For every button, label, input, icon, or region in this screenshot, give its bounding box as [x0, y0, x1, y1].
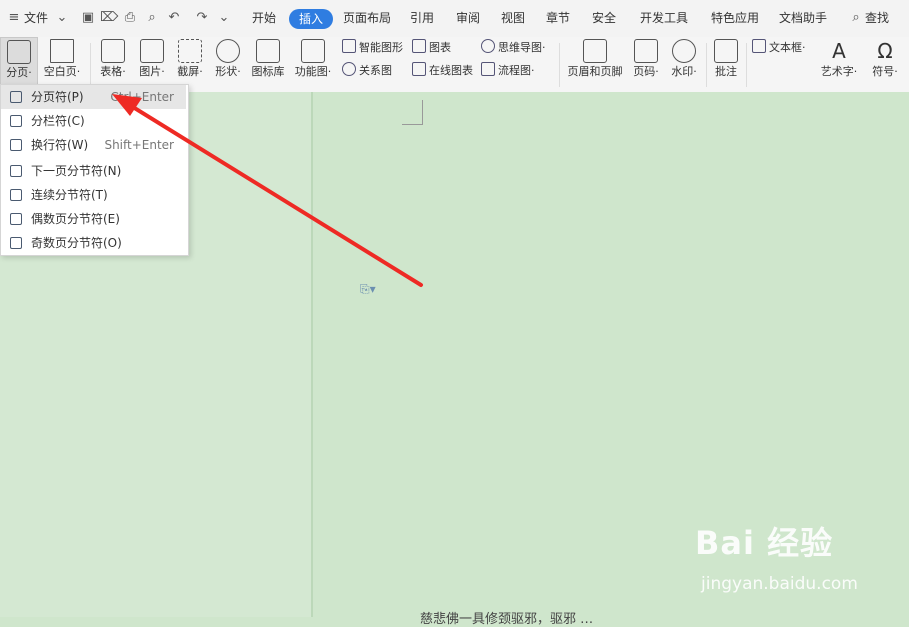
tab-developer[interactable]: 开发工具: [640, 0, 688, 37]
print-icon[interactable]: ⎙: [122, 10, 138, 26]
text-box-icon: [752, 39, 766, 53]
save-icon[interactable]: ▣: [80, 10, 96, 26]
ribbon-separator: [90, 43, 91, 87]
menu-bar: ≡ 文件 ⌄ ▣ ⌦ ⎙ ⌕ ↶ ↷ ⌄ 开始 插入 页面布局 引用 审阅 视图…: [0, 0, 909, 37]
more-icon[interactable]: ⌄: [216, 10, 232, 26]
icon-library-button[interactable]: 图标库: [249, 37, 287, 92]
menu-item-next-page-section[interactable]: 下一页分节符(N): [1, 159, 186, 183]
search-button[interactable]: 查找: [865, 0, 889, 37]
mind-map-button[interactable]: 思维导图·: [481, 39, 546, 57]
flow-chart-icon: [481, 62, 495, 76]
header-footer-icon: [583, 39, 607, 63]
column-break-icon: [10, 115, 22, 127]
tab-references[interactable]: 引用: [410, 0, 434, 37]
paste-options-icon[interactable]: ⎘▾: [360, 282, 384, 296]
menu-item-odd-page-section[interactable]: 奇数页分节符(O): [1, 231, 186, 255]
function-chart-icon: [301, 39, 325, 63]
watermark-url: jingyan.baidu.com: [701, 574, 858, 594]
page-break-dropdown: 分页符(P) Ctrl+Enter 分栏符(C) 换行符(W) Shift+En…: [0, 84, 189, 256]
redo-icon[interactable]: ↷: [194, 10, 210, 26]
search-icon[interactable]: ⌕: [848, 10, 864, 26]
comment-button[interactable]: 批注: [711, 37, 741, 92]
tab-insert[interactable]: 插入: [289, 9, 334, 29]
page-break-icon: [10, 91, 22, 103]
menu-item-even-page-section[interactable]: 偶数页分节符(E): [1, 207, 186, 231]
screenshot-icon: [178, 39, 202, 63]
tab-view[interactable]: 视图: [501, 0, 525, 37]
omega-icon: Ω: [877, 39, 893, 63]
shape-button[interactable]: 形状·: [211, 37, 245, 92]
page-number-button[interactable]: 页码·: [629, 37, 663, 92]
even-page-section-icon: [10, 213, 22, 225]
file-menu[interactable]: 文件: [24, 0, 48, 37]
art-text-button[interactable]: A 艺术字·: [817, 37, 861, 92]
smart-shape-icon: [342, 39, 356, 53]
page-corner-mark: [402, 100, 423, 125]
ribbon-separator: [746, 43, 747, 87]
menu-item-continuous-section[interactable]: 连续分节符(T): [1, 183, 186, 207]
page-number-icon: [634, 39, 658, 63]
function-chart-button[interactable]: 功能图·: [292, 37, 334, 92]
baidu-watermark: Bai 经验 jingyan.baidu.com: [695, 518, 895, 598]
header-footer-button[interactable]: 页眉和页脚: [564, 37, 626, 92]
online-chart-icon: [412, 62, 426, 76]
tab-doc-assistant[interactable]: 文档助手: [779, 0, 827, 37]
flow-chart-button[interactable]: 流程图·: [481, 62, 535, 80]
blank-page-icon: [50, 39, 74, 63]
tab-section[interactable]: 章节: [546, 0, 570, 37]
next-page-section-icon: [10, 165, 22, 177]
line-break-icon: [10, 139, 22, 151]
tab-review[interactable]: 审阅: [456, 0, 480, 37]
online-chart-button[interactable]: 在线图表: [412, 62, 473, 80]
document-text-fragment: 慈悲佛一具修颈驱邪，驱邪 …: [420, 612, 594, 627]
chart-button[interactable]: 图表: [412, 39, 451, 57]
picture-icon: [140, 39, 164, 63]
table-icon: [101, 39, 125, 63]
tab-features[interactable]: 特色应用: [711, 0, 759, 37]
print-preview-icon[interactable]: ⌕: [144, 10, 160, 26]
tab-security[interactable]: 安全: [592, 0, 616, 37]
format-painter-icon[interactable]: ⌦: [100, 10, 118, 26]
chart-icon: [412, 39, 426, 53]
relation-chart-icon: [342, 62, 356, 76]
menu-item-page-break[interactable]: 分页符(P) Ctrl+Enter: [1, 85, 186, 109]
text-box-button[interactable]: 文本框·: [752, 39, 806, 57]
tab-page-layout[interactable]: 页面布局: [343, 0, 391, 37]
baidu-logo: Bai 经验: [695, 524, 834, 562]
icon-library-icon: [256, 39, 280, 63]
menu-item-line-break[interactable]: 换行符(W) Shift+Enter: [1, 133, 186, 157]
ribbon-separator: [559, 43, 560, 87]
tab-home[interactable]: 开始: [252, 0, 276, 37]
continuous-section-icon: [10, 189, 22, 201]
hamburger-icon[interactable]: ≡: [6, 10, 22, 26]
comment-icon: [714, 39, 738, 63]
watermark-icon: [672, 39, 696, 63]
mind-map-icon: [481, 39, 495, 53]
ribbon-separator: [706, 43, 707, 87]
menu-item-column-break[interactable]: 分栏符(C): [1, 109, 186, 133]
symbol-button[interactable]: Ω 符号·: [866, 37, 904, 92]
relation-chart-button[interactable]: 关系图: [342, 62, 392, 80]
page-break-icon: [7, 40, 31, 64]
odd-page-section-icon: [10, 237, 22, 249]
shape-icon: [216, 39, 240, 63]
undo-icon[interactable]: ↶: [166, 10, 182, 26]
smart-shape-button[interactable]: 智能图形: [342, 39, 403, 57]
chevron-down-icon[interactable]: ⌄: [54, 10, 70, 26]
watermark-button[interactable]: 水印·: [666, 37, 702, 92]
art-text-icon: A: [832, 39, 846, 63]
